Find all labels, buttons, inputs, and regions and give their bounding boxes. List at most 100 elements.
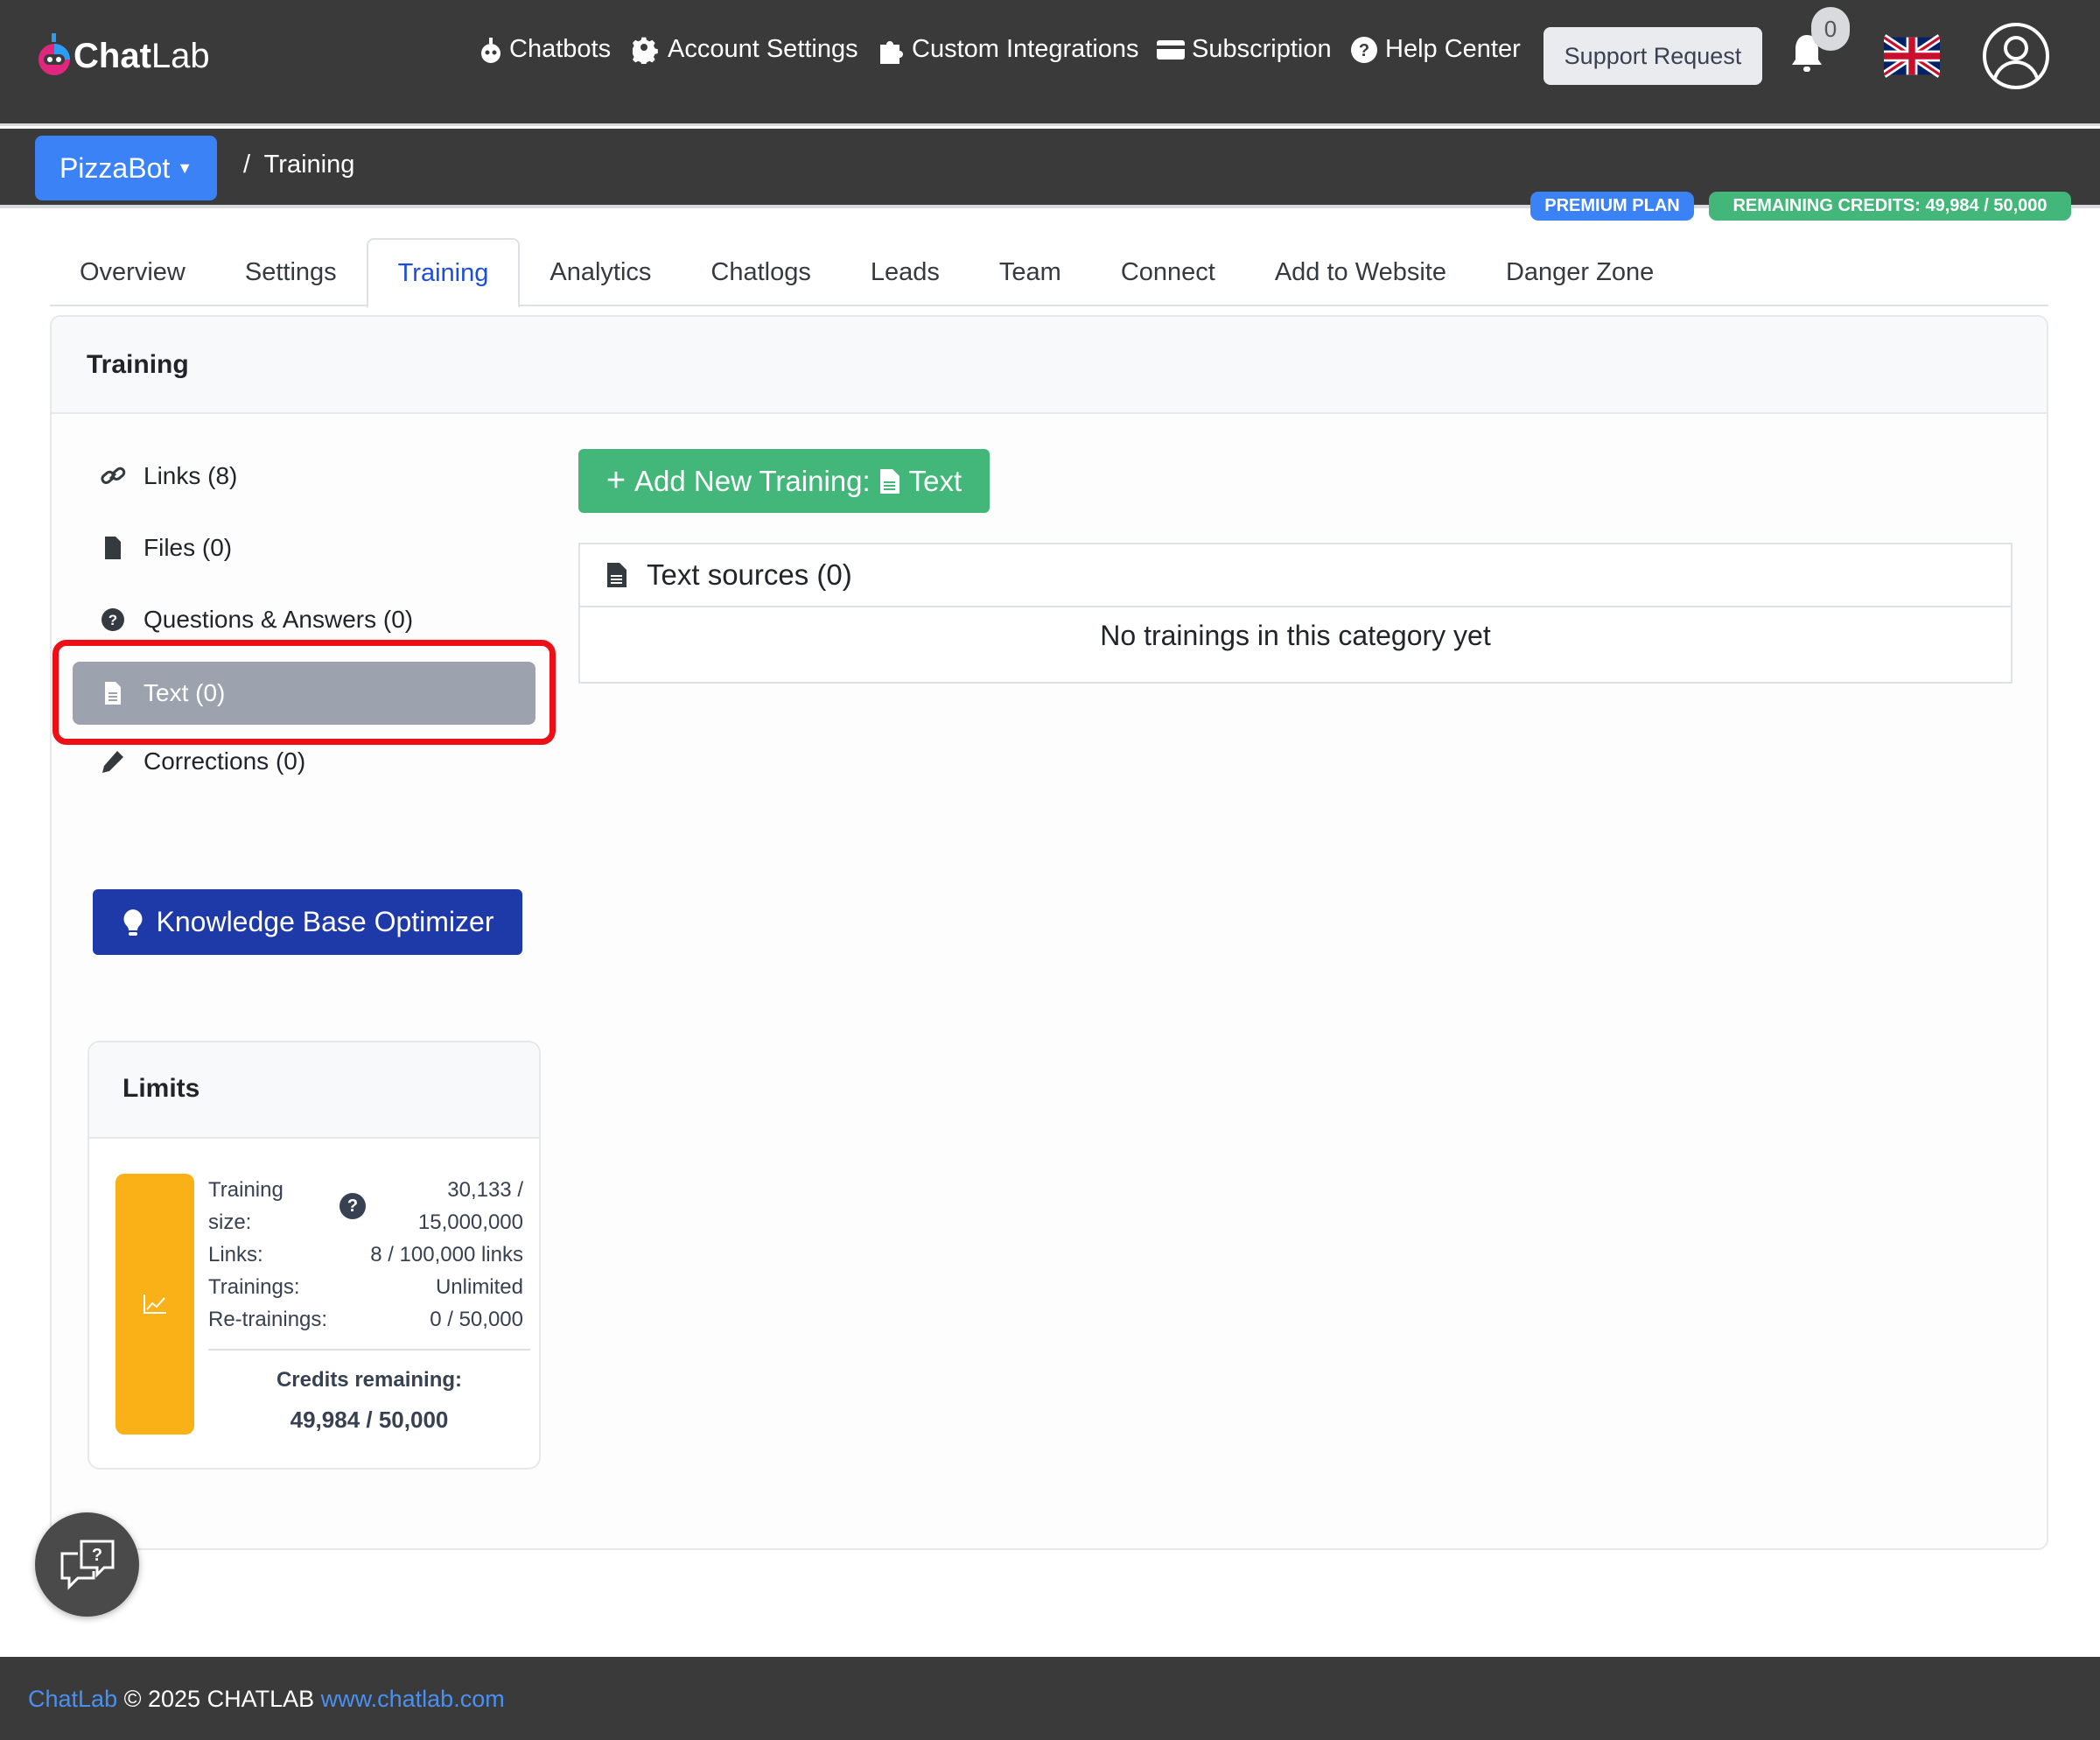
add-training-label: Add New Training: [634,464,871,497]
chatbot-selector-dropdown[interactable]: PizzaBot ▼ [35,136,217,200]
pencil-icon [102,751,123,773]
svg-text:?: ? [1359,41,1369,60]
limit-value: 30,133 / 15,000,000 [417,1178,523,1234]
file-text-icon [879,468,900,494]
breadcrumb: / Training [243,151,354,179]
file-icon [105,537,121,559]
sidebar-item-links[interactable]: Links (8) [100,462,237,490]
limit-label: Trainings: [208,1275,300,1299]
nav-custom-integrations[interactable]: Custom Integrations [877,35,1139,64]
limit-row-links: Links: 8 / 100,000 links [208,1238,523,1271]
sidebar-label: Links (8) [144,462,238,489]
link-icon [101,467,126,484]
footer: ChatLab © 2025 CHATLAB www.chatlab.com [0,1657,2100,1740]
text-sources-header: Text sources (0) [580,544,2011,607]
tab-team[interactable]: Team [970,238,1091,306]
tab-leads[interactable]: Leads [841,238,970,306]
tab-chatlogs[interactable]: Chatlogs [681,238,840,306]
lightbulb-icon [123,909,142,936]
nav-label: Account Settings [668,35,858,63]
svg-text:?: ? [108,612,117,628]
add-new-training-button[interactable]: + Add New Training: Text [578,449,990,513]
nav-label: Help Center [1385,35,1521,63]
limits-card: Limits Training size:? 30,133 / 15,000,00… [88,1041,541,1470]
nav-label: Subscription [1192,35,1332,63]
tab-connect[interactable]: Connect [1091,238,1245,306]
tab-training[interactable]: Training [366,238,521,308]
sidebar-item-corrections[interactable]: Corrections (0) [100,747,305,775]
limit-label: Links: [208,1243,263,1266]
bot-tabs: Overview Settings Training Analytics Cha… [50,238,2048,308]
nav-account-settings[interactable]: Account Settings [633,35,858,64]
highlight-outline [52,640,556,745]
tab-overview[interactable]: Overview [50,238,215,306]
robot-logo-icon [38,33,70,75]
limit-label: Re-trainings: [208,1308,328,1331]
text-sources-title: Text sources (0) [647,558,852,591]
footer-brand-link[interactable]: ChatLab [28,1686,117,1712]
nav-label: Chatbots [509,35,612,63]
kbo-label: Knowledge Base Optimizer [156,906,494,937]
nav-label: Custom Integrations [912,35,1139,63]
nav-chatbots[interactable]: Chatbots [480,35,611,64]
language-selector[interactable] [1881,34,1942,78]
footer-website-link[interactable]: www.chatlab.com [321,1686,505,1712]
nav-help-center[interactable]: ? Help Center [1350,35,1521,64]
limits-divider [208,1349,530,1351]
credit-card-icon [1157,39,1185,60]
chatlab-logo[interactable]: Chat Lab [35,32,210,81]
limits-title: Limits [89,1042,539,1139]
plus-icon: + [606,462,626,499]
plan-badge: PREMIUM PLAN [1530,192,1694,221]
limit-value: 0 / 50,000 [430,1308,523,1331]
selected-bot-name: PizzaBot [59,151,171,184]
nav-subscription[interactable]: Subscription [1157,35,1332,64]
user-avatar-icon [1983,23,2049,89]
help-icon[interactable]: ? [340,1193,366,1219]
gear-icon [633,37,658,64]
question-circle-icon: ? [1351,36,1377,63]
breadcrumb-current: Training [263,151,355,179]
tab-analytics[interactable]: Analytics [520,238,681,306]
footer-copyright: © 2025 CHATLAB [123,1686,315,1712]
knowledge-base-optimizer-button[interactable]: Knowledge Base Optimizer [93,889,522,955]
sidebar-item-files[interactable]: Files (0) [100,534,232,562]
text-sources-panel: Text sources (0) No trainings in this ca… [578,543,2012,684]
limit-value: 8 / 100,000 links [370,1243,523,1266]
logo-text-light: Lab [150,36,210,75]
credits-remaining-label: Credits remaining: [276,1368,463,1392]
sidebar-label: Files (0) [144,534,233,561]
notification-count-badge: 0 [1811,7,1850,51]
limits-icon-panel [116,1174,194,1435]
puzzle-icon [880,40,903,64]
add-training-type: Text [908,464,962,497]
sidebar-label: Corrections (0) [144,747,306,775]
credits-badge: REMAINING CREDITS: 49,984 / 50,000 [1709,192,2071,221]
uk-flag-icon [1881,34,1942,78]
limit-value: Unlimited [435,1275,523,1299]
question-circle-icon: ? [102,608,124,631]
tab-settings[interactable]: Settings [215,238,367,306]
limit-label: Training size: [208,1178,284,1234]
svg-text:?: ? [91,1546,102,1565]
credits-remaining-value: 49,984 / 50,000 [290,1407,449,1433]
limit-row-retrainings: Re-trainings: 0 / 50,000 [208,1303,523,1336]
limit-row-trainings: Trainings: Unlimited [208,1271,523,1303]
tab-add-to-website[interactable]: Add to Website [1245,238,1476,306]
chart-line-icon [144,1294,166,1314]
chat-question-icon: ? [60,1540,114,1590]
breadcrumb-separator: / [243,151,251,179]
limit-row-training-size: Training size:? 30,133 / 15,000,000 [208,1174,523,1238]
help-chat-button[interactable]: ? [35,1512,139,1617]
logo-text-bold: Chat [74,36,151,75]
tab-danger-zone[interactable]: Danger Zone [1476,238,1684,306]
card-title: Training [52,317,2047,414]
support-request-button[interactable]: Support Request [1544,27,1762,85]
file-text-icon [607,563,626,587]
caret-down-icon: ▼ [177,158,193,177]
empty-state-message: No trainings in this category yet [1100,620,1491,651]
user-profile-button[interactable] [1982,22,2050,95]
sidebar-item-questions-answers[interactable]: ? Questions & Answers (0) [100,606,413,634]
robot-icon [481,37,500,63]
sidebar-label: Questions & Answers (0) [144,606,414,633]
